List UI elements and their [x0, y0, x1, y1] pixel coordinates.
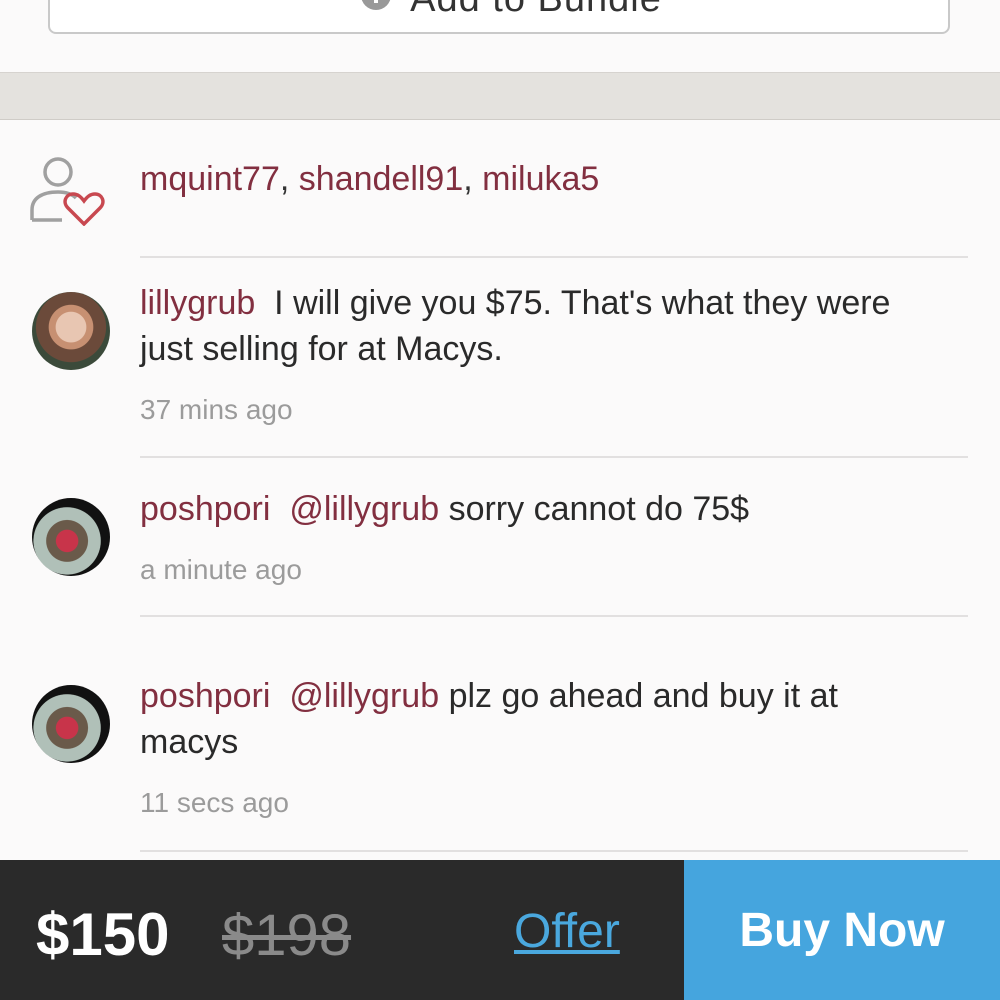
section-divider [0, 72, 1000, 120]
liker-list: mquint77, shandell91, miluka5 [140, 160, 599, 199]
comment-mention[interactable]: @lillygrub [289, 677, 439, 715]
comment-text: poshpori @lillygrub sorry cannot do 75$ [140, 486, 940, 532]
liker-separator: , [463, 160, 483, 198]
original-price: $198 [222, 903, 352, 968]
avatar[interactable] [32, 685, 110, 763]
comment-username[interactable]: poshpori [140, 677, 270, 715]
liker-username[interactable]: mquint77 [140, 160, 280, 198]
avatar[interactable] [32, 498, 110, 576]
add-to-bundle-icon [336, 0, 396, 22]
divider [140, 256, 968, 258]
comment-text: lillygrub I will give you $75. That's wh… [140, 280, 940, 372]
add-to-bundle-button[interactable]: Add to Bundle [48, 0, 950, 34]
comment-username[interactable]: lillygrub [140, 284, 255, 322]
offer-button[interactable]: Offer [514, 904, 620, 959]
likes-heart-person-icon [28, 154, 108, 231]
comment-username[interactable]: poshpori [140, 490, 270, 528]
divider [140, 615, 968, 617]
comment-text: poshpori @lillygrub plz go ahead and buy… [140, 673, 940, 765]
liker-username[interactable]: shandell91 [299, 160, 463, 198]
divider [140, 850, 968, 852]
comment-body: sorry cannot do 75$ [448, 490, 750, 528]
comment-timestamp: a minute ago [140, 554, 302, 585]
comment-timestamp: 11 secs ago [140, 787, 289, 818]
avatar[interactable] [32, 292, 110, 370]
buy-now-button[interactable]: Buy Now [684, 860, 1000, 1000]
liker-separator: , [279, 160, 299, 198]
comment-mention[interactable]: @lillygrub [289, 490, 439, 528]
divider [140, 456, 968, 458]
add-to-bundle-label: Add to Bundle [410, 0, 662, 21]
current-price: $150 [36, 901, 170, 968]
purchase-bar: $150 $198 Offer Buy Now [0, 860, 1000, 1000]
buy-now-label: Buy Now [739, 903, 945, 957]
likes-row: mquint77, shandell91, miluka5 [0, 150, 1000, 230]
liker-username[interactable]: miluka5 [482, 160, 599, 198]
comment-timestamp: 37 mins ago [140, 394, 293, 425]
